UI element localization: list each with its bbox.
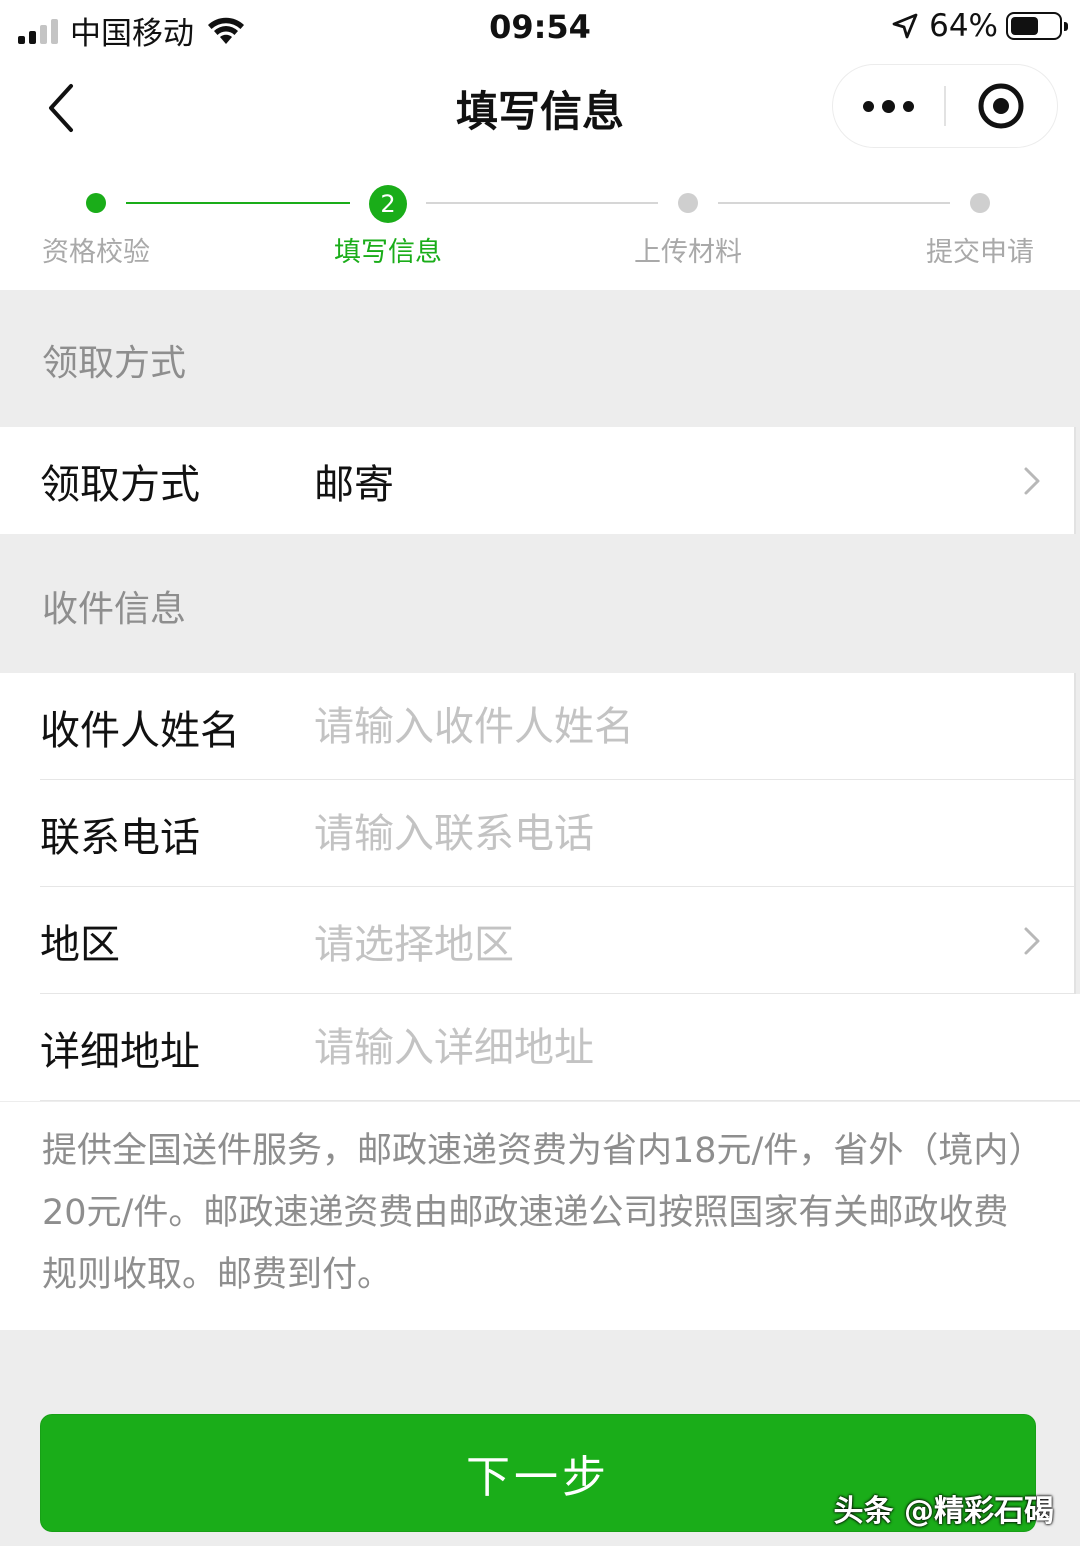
close-mini-program-button[interactable] [946,65,1057,147]
nav-bar: 填写信息 [0,56,1080,160]
status-right: 64% [891,8,1068,44]
more-dots-icon [882,99,896,113]
step-label-4: 提交申请 [926,237,1034,268]
battery-percent: 64% [929,8,998,44]
chevron-right-icon [1024,927,1040,955]
step-label-1: 资格校验 [42,237,150,268]
phone-row: 联系电话 [0,780,1076,887]
recipient-name-input[interactable] [314,693,994,760]
pickup-method-label: 领取方式 [40,461,200,508]
battery-icon [1006,12,1068,40]
watermark: 头条 @精彩石碣 [833,1494,1054,1529]
row-divider [40,1099,1080,1101]
recipient-section-header: 收件信息 [42,588,187,630]
pickup-section-header: 领取方式 [42,342,187,384]
step-4-dot [970,193,990,213]
target-close-icon [978,83,1024,129]
progress-stepper [0,160,1080,290]
status-bar: 中国移动 09:54 64% [0,0,1080,56]
address-input[interactable] [314,1014,994,1081]
step-connector-2 [426,202,658,204]
location-arrow-icon [892,13,918,39]
phone-label: 联系电话 [40,814,200,861]
pickup-method-row[interactable]: 领取方式 邮寄 [0,427,1076,534]
step-connector-1 [126,202,350,204]
more-dots-icon [903,100,915,112]
step-2-number: 2 [380,190,396,218]
region-select[interactable]: 请选择地区 [314,887,514,994]
chevron-right-icon [1024,467,1040,495]
address-label: 详细地址 [40,1028,200,1075]
more-dots-icon [863,100,875,112]
address-row: 详细地址 [0,994,1080,1101]
step-1-dot [86,193,106,213]
step-label-3: 上传材料 [634,237,742,268]
mini-program-capsule [832,64,1058,148]
step-connector-3 [718,202,950,204]
recipient-name-row: 收件人姓名 [0,673,1076,780]
postage-notice: 提供全国送件服务，邮政速递资费为省内18元/件，省外（境内）20元/件。邮政速递… [0,1102,1080,1330]
step-3-dot [678,193,698,213]
battery-fill [1011,17,1039,35]
recipient-name-label: 收件人姓名 [40,707,240,754]
region-row[interactable]: 地区 请选择地区 [0,887,1076,994]
step-2-badge: 2 [369,185,407,223]
pickup-method-value: 邮寄 [314,461,394,508]
more-button[interactable] [833,65,944,147]
region-label: 地区 [40,921,120,968]
step-label-2: 填写信息 [334,237,442,268]
phone-input[interactable] [314,800,994,867]
